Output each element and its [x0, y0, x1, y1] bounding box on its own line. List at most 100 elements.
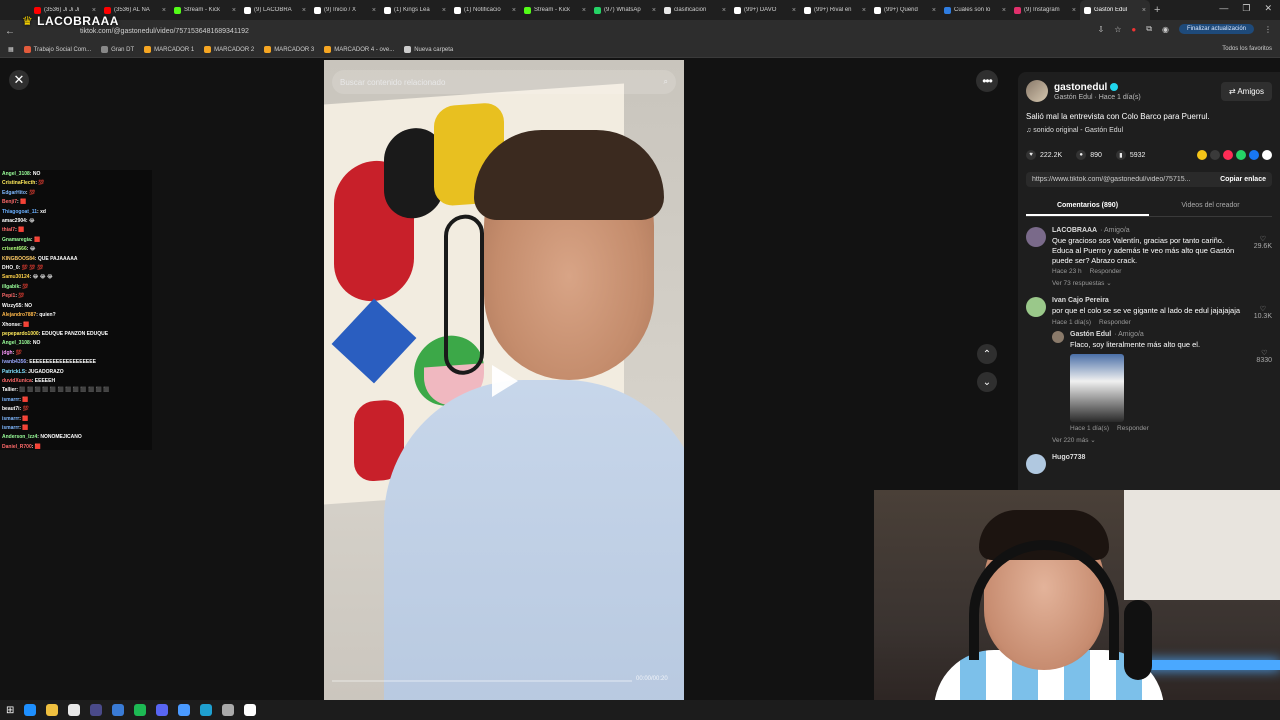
browser-tab[interactable]: (1) Notificació × [450, 0, 520, 20]
profile-icon[interactable]: ◉ [1162, 25, 1169, 34]
close-tab-icon[interactable]: × [512, 7, 516, 14]
chat-username[interactable]: Angel_3108 [2, 171, 30, 177]
windows-start-icon[interactable]: ⊞ [6, 705, 14, 716]
like-button[interactable]: ♥ 222.2K [1026, 150, 1062, 160]
chat-username[interactable]: duvidXunica [2, 378, 32, 384]
update-button[interactable]: Finalizar actualización [1178, 24, 1254, 34]
view-replies-button[interactable]: Ver 73 respuestas ⌄ [1052, 279, 1242, 287]
comment-like[interactable]: ♡ 29.6K [1254, 235, 1272, 250]
window-controls[interactable]: — ❐ ✕ [1219, 3, 1272, 14]
close-tab-icon[interactable]: × [1142, 7, 1146, 14]
chat-username[interactable]: ismarrr [2, 397, 19, 403]
browser-tab[interactable]: (9) Inicio / X × [310, 0, 380, 20]
sound-link[interactable]: ♫ sonido original - Gastón Edul [1026, 127, 1272, 134]
close-tab-icon[interactable]: × [1002, 7, 1006, 14]
chat-username[interactable]: amac2904 [2, 218, 26, 224]
restore-icon[interactable]: ❐ [1242, 3, 1250, 14]
taskbar-app-icon[interactable] [200, 704, 213, 716]
chat-username[interactable]: PatrickLS [2, 369, 25, 375]
browser-tab[interactable]: (9) Instagram × [1010, 0, 1080, 20]
bookmark-item[interactable]: MARCADOR 2 [204, 46, 254, 53]
puzzle-icon[interactable]: ⧉ [1146, 24, 1152, 34]
chat-username[interactable]: CristinaFlecth [2, 180, 35, 186]
close-tab-icon[interactable]: × [582, 7, 586, 14]
avatar[interactable] [1052, 331, 1064, 343]
taskbar-app-icon[interactable] [178, 704, 191, 716]
share-icon[interactable] [1236, 150, 1246, 160]
save-button[interactable]: ▮ 5932 [1115, 150, 1145, 160]
chat-username[interactable]: Samu30124 [2, 274, 30, 280]
chat-username[interactable]: beaut7i [2, 406, 20, 412]
related-search-input[interactable] [340, 77, 664, 87]
taskbar-app-icon[interactable] [222, 704, 235, 716]
taskbar-app-icon[interactable] [68, 704, 81, 716]
video-progress[interactable] [332, 680, 632, 682]
close-tab-icon[interactable]: × [862, 7, 866, 14]
chat-username[interactable]: Daniel_R700 [2, 444, 32, 450]
taskbar-app-icon[interactable] [134, 704, 147, 716]
reply-button[interactable]: Responder [1090, 268, 1122, 275]
tab-comments[interactable]: Comentarios (890) [1026, 197, 1149, 216]
taskbar-app-icon[interactable] [90, 704, 103, 716]
chat-username[interactable]: DHO_0 [2, 265, 19, 271]
chat-username[interactable]: KINGBOOS84 [2, 256, 35, 262]
share-icon[interactable] [1197, 150, 1207, 160]
share-icon[interactable] [1223, 150, 1233, 160]
video-player[interactable]: ⌕ 00:00/00:20 [324, 60, 684, 700]
share-icon[interactable] [1210, 150, 1220, 160]
browser-tab[interactable]: (97) WhatsAp × [590, 0, 660, 20]
play-icon[interactable] [492, 365, 518, 397]
copy-link-button[interactable]: Copiar enlace [1220, 176, 1266, 183]
all-bookmarks[interactable]: Todos los favoritos [1222, 46, 1272, 52]
chat-username[interactable]: ivanb4356 [2, 359, 26, 365]
close-tab-icon[interactable]: × [302, 7, 306, 14]
tab-creator-videos[interactable]: Videos del creador [1149, 197, 1272, 216]
search-icon[interactable]: ⌕ [664, 77, 668, 87]
avatar[interactable] [1026, 453, 1046, 474]
close-tab-icon[interactable]: × [722, 7, 726, 14]
browser-tab[interactable]: (9) LACOBRA × [240, 0, 310, 20]
chat-username[interactable]: crisent666 [2, 246, 27, 252]
chat-username[interactable]: Gnamaregia [2, 237, 31, 243]
more-icon[interactable]: ••• [976, 70, 998, 92]
chat-username[interactable]: pepepardo1000 [2, 331, 39, 337]
close-tab-icon[interactable]: × [1072, 7, 1076, 14]
chat-username[interactable]: EdgarHito [2, 190, 26, 196]
close-window-icon[interactable]: ✕ [1264, 3, 1272, 14]
close-tab-icon[interactable]: × [442, 7, 446, 14]
extension-icon[interactable]: ● [1131, 25, 1136, 34]
browser-tab[interactable]: Stream - Kick × [520, 0, 590, 20]
reply-image[interactable] [1070, 353, 1124, 422]
taskbar-app-icon[interactable] [112, 704, 125, 716]
friends-button[interactable]: ⇄ Amigos [1220, 81, 1272, 101]
bookmark-item[interactable]: Trabajo Social Com... [23, 46, 91, 53]
browser-tab[interactable]: (99+) Rival en × [800, 0, 870, 20]
author-name[interactable]: gastonedul [1054, 82, 1141, 93]
install-icon[interactable]: ⇩ [1098, 25, 1105, 34]
close-tab-icon[interactable]: × [792, 7, 796, 14]
chat-username[interactable]: ismarrr [2, 425, 19, 431]
url-field[interactable]: tiktok.com/@gastonedul/video/75715364816… [80, 28, 249, 35]
chat-username[interactable]: Pepi1 [2, 293, 15, 299]
comment-user[interactable]: Hugo7738 [1052, 454, 1242, 461]
chat-username[interactable]: Thiagogoat_11 [2, 209, 37, 215]
chevron-down-icon[interactable]: ⌄ [977, 372, 997, 392]
close-tab-icon[interactable]: × [372, 7, 376, 14]
share-link[interactable]: https://www.tiktok.com/@gastonedul/video… [1032, 176, 1214, 183]
chat-username[interactable]: Angel_3108 [2, 340, 30, 346]
chat-username[interactable]: Xhonse [2, 322, 20, 328]
chat-username[interactable]: jdgh [2, 350, 13, 356]
chat-username[interactable]: Alejandro7887 [2, 312, 36, 318]
taskbar-app-icon[interactable] [244, 704, 257, 716]
reply-button[interactable]: Responder [1117, 425, 1149, 432]
minimize-icon[interactable]: — [1219, 3, 1228, 14]
chat-username[interactable]: Tallier [2, 387, 16, 393]
related-search[interactable]: ⌕ [332, 70, 676, 94]
menu-icon[interactable]: ⋮ [1264, 25, 1272, 34]
bookmark-item[interactable]: Nueva carpeta [404, 46, 453, 53]
avatar[interactable] [1026, 80, 1048, 102]
share-icon[interactable] [1249, 150, 1259, 160]
close-tab-icon[interactable]: × [232, 7, 236, 14]
reply-button[interactable]: Responder [1099, 319, 1131, 326]
close-tab-icon[interactable]: × [162, 7, 166, 14]
